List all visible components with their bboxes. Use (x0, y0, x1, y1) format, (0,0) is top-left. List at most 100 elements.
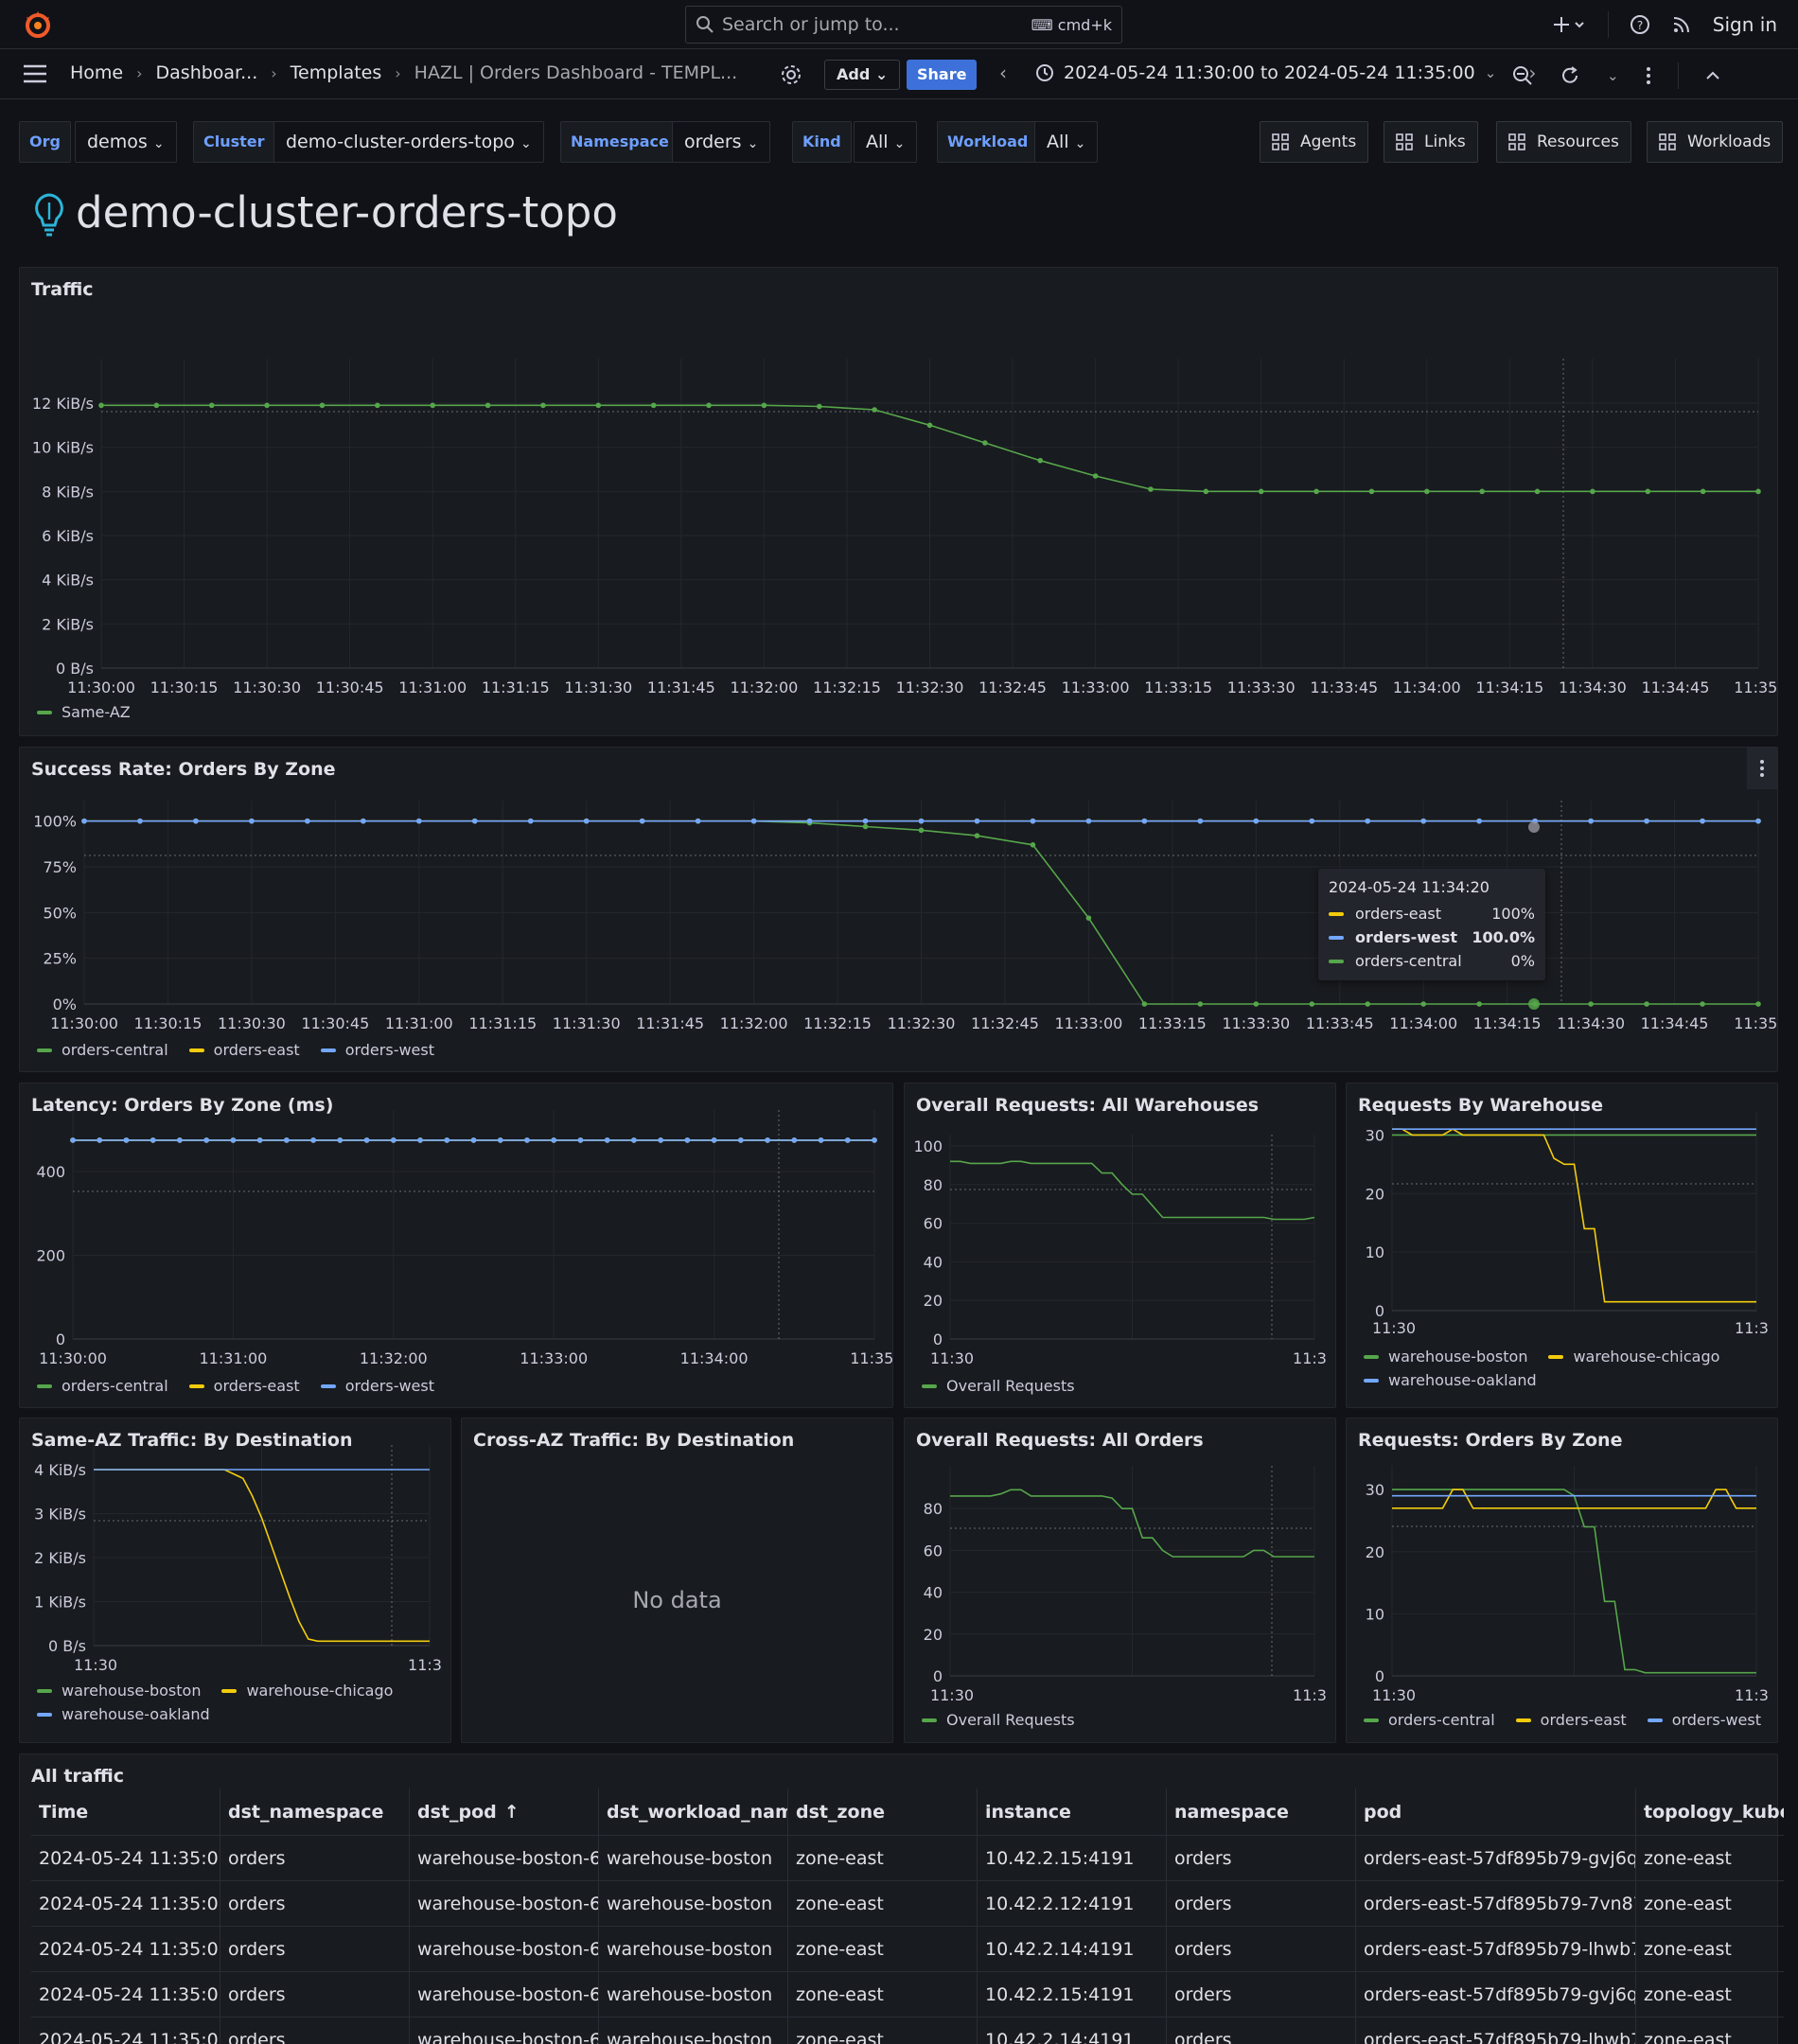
x-tick-label: 11:34:30 (1557, 1014, 1625, 1032)
y-tick-label: 50% (43, 904, 77, 922)
divider (1607, 11, 1609, 38)
legend-item[interactable]: orders-central (37, 1377, 168, 1395)
table-row[interactable]: 2024-05-24 11:35:00 orders warehouse-bosto… (31, 1836, 1784, 1881)
y-tick-label: 6 KiB/s (42, 527, 94, 545)
table-cell: 2024-05-24 11:35:00 (31, 1836, 220, 1880)
nav-bar: Home › Dashboar... › Templates › HAZL | … (0, 50, 1798, 99)
column-header[interactable]: dst_namespace (220, 1788, 410, 1835)
legend-item[interactable]: warehouse-chicago (1548, 1348, 1719, 1366)
refresh-icon[interactable] (1560, 65, 1580, 86)
legend-label: orders-central (62, 1377, 168, 1395)
add-label: Add (837, 65, 871, 83)
column-header-label: dst_workload_name (607, 1801, 788, 1823)
x-tick-label: 11:30 (930, 1349, 974, 1367)
refresh-interval-dropdown[interactable]: ⌄ (1607, 67, 1619, 84)
table-row[interactable]: 2024-05-24 11:35:00 orders warehouse-bosto… (31, 2018, 1784, 2044)
legend-item[interactable]: Same-AZ (37, 703, 131, 721)
help-icon[interactable]: ? (1630, 14, 1650, 35)
search-input[interactable]: Search or jump to... ⌨ cmd+k (685, 6, 1122, 44)
column-header[interactable]: namespace (1167, 1788, 1356, 1835)
column-header[interactable]: Time (31, 1788, 220, 1835)
y-tick-label: 80 (924, 1176, 943, 1194)
legend-item[interactable]: Overall Requests (922, 1377, 1075, 1395)
legend-item[interactable]: warehouse-oakland (37, 1705, 210, 1723)
data-point (417, 1137, 423, 1143)
legend-item[interactable]: Overall Requests (922, 1711, 1075, 1729)
table-row[interactable]: 2024-05-24 11:35:00 orders warehouse-bosto… (31, 1881, 1784, 1927)
variable-label-kind: Kind (792, 121, 852, 163)
table-row[interactable]: 2024-05-24 11:35:00 orders warehouse-bosto… (31, 1927, 1784, 1972)
gear-icon[interactable] (780, 63, 802, 86)
link-agents-button[interactable]: Agents (1260, 121, 1369, 163)
hover-point (1528, 998, 1540, 1010)
variable-select-kind[interactable]: All ⌄ (854, 121, 918, 163)
data-point (1479, 488, 1485, 495)
menu-icon[interactable] (23, 63, 47, 84)
table-cell: orders-east-57df895b79-7vn87 (1356, 1881, 1636, 1926)
column-header[interactable]: topology_kube (1636, 1788, 1784, 1835)
y-tick-label: 80 (924, 1500, 943, 1518)
grafana-logo-icon[interactable] (23, 9, 53, 40)
table-row[interactable]: 2024-05-24 11:35:00 orders warehouse-bosto… (31, 1972, 1784, 2018)
plus-icon[interactable] (1553, 15, 1587, 34)
data-point (177, 1137, 183, 1143)
add-button[interactable]: Add ⌄ (824, 60, 901, 90)
keyboard-shortcut: ⌨ cmd+k (1031, 16, 1112, 34)
legend-item[interactable]: orders-west (320, 1041, 434, 1059)
legend-swatch (922, 1383, 937, 1388)
variable-select-workload[interactable]: All ⌄ (1034, 121, 1099, 163)
time-range-picker[interactable]: 2024-05-24 11:30:00 to 2024-05-24 11:35:… (1035, 62, 1536, 84)
x-tick-label: 11:34:15 (1475, 678, 1543, 696)
time-back-button[interactable]: ‹ (999, 62, 1007, 84)
svg-text:?: ? (1637, 19, 1643, 32)
column-header[interactable]: dst_pod ↑ (410, 1788, 599, 1835)
breadcrumb-dashboards[interactable]: Dashboar... (156, 62, 258, 83)
table-cell: orders-east-57df895b79-lhwb7 (1356, 1927, 1636, 1971)
legend-item[interactable]: orders-central (1364, 1711, 1495, 1729)
link-workloads-button[interactable]: Workloads (1647, 121, 1784, 163)
variable-select-org[interactable]: demos ⌄ (75, 121, 177, 163)
column-header[interactable]: dst_zone (788, 1788, 978, 1835)
rss-icon[interactable] (1671, 14, 1692, 35)
sign-in-link[interactable]: Sign in (1713, 13, 1777, 36)
x-tick-label: 11:34:45 (1641, 1014, 1709, 1032)
legend-item[interactable]: warehouse-chicago (221, 1682, 393, 1700)
legend-item[interactable]: warehouse-oakland (1364, 1371, 1537, 1389)
link-resources-button[interactable]: Resources (1496, 121, 1631, 163)
column-header[interactable]: pod (1356, 1788, 1636, 1835)
data-point (1030, 842, 1036, 848)
legend-item[interactable]: orders-east (188, 1041, 300, 1059)
breadcrumb-templates[interactable]: Templates (291, 62, 382, 83)
column-header[interactable]: dst_workload_name (599, 1788, 788, 1835)
legend-item[interactable]: orders-central (37, 1041, 168, 1059)
y-tick-label: 200 (36, 1247, 65, 1265)
link-links-button[interactable]: Links (1384, 121, 1478, 163)
data-point (750, 818, 757, 824)
legend-item[interactable]: orders-east (1515, 1711, 1627, 1729)
chevron-up-icon[interactable] (1705, 68, 1720, 83)
legend-item[interactable]: orders-east (188, 1377, 300, 1395)
x-tick-label: 11:30:15 (150, 678, 219, 696)
data-point (974, 818, 980, 824)
x-tick-label: 11:34:00 (1393, 678, 1461, 696)
share-button[interactable]: Share (907, 60, 978, 90)
legend-item[interactable]: warehouse-boston (1364, 1348, 1527, 1366)
more-vertical-icon[interactable] (1646, 65, 1651, 86)
variable-select-cluster[interactable]: demo-cluster-orders-topo ⌄ (273, 121, 544, 163)
legend-item[interactable]: orders-west (1647, 1711, 1761, 1729)
legend-item[interactable]: warehouse-boston (37, 1682, 201, 1700)
table-header-row: Time dst_namespace dst_pod ↑ dst_workload_n… (31, 1788, 1784, 1836)
variable-select-namespace[interactable]: orders ⌄ (672, 121, 771, 163)
legend-label: Overall Requests (946, 1711, 1075, 1729)
data-point (738, 1137, 744, 1143)
breadcrumb-home[interactable]: Home (70, 62, 123, 83)
data-point (872, 407, 877, 413)
legend-item[interactable]: orders-west (320, 1377, 434, 1395)
zoom-out-icon[interactable] (1512, 65, 1533, 86)
data-point (98, 402, 104, 409)
variable-label-namespace: Namespace (560, 121, 679, 163)
x-tick-label: 11:35: (1734, 1014, 1779, 1032)
table-cell: 10.42.2.12:4191 (978, 1881, 1167, 1926)
legend-label: warehouse-boston (1388, 1348, 1528, 1366)
column-header[interactable]: instance (978, 1788, 1167, 1835)
